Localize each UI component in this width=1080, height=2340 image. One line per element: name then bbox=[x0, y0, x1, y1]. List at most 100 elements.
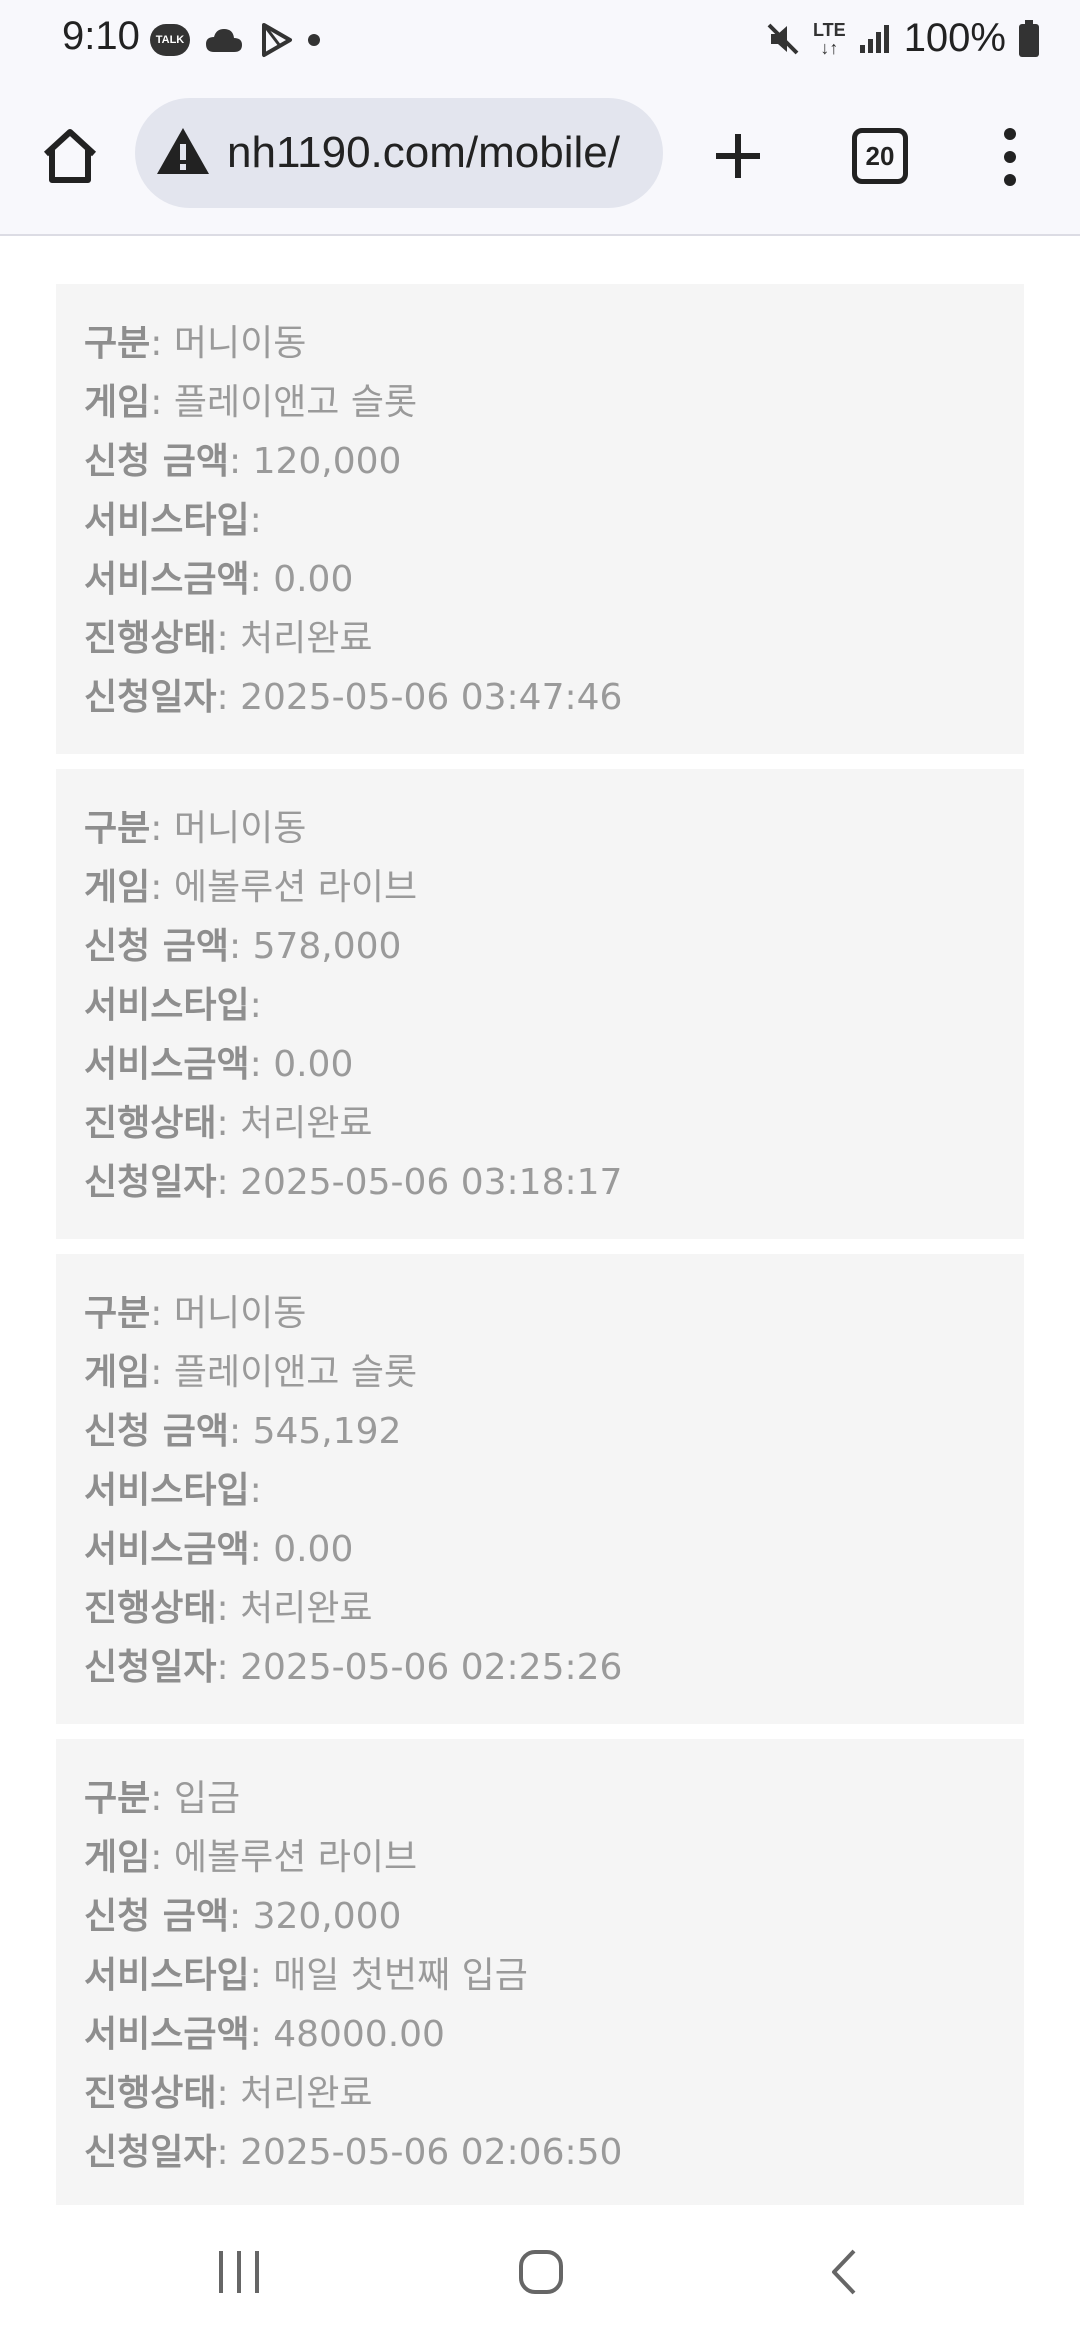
service-amount-value: 0.00 bbox=[273, 559, 354, 600]
status-row: 진행상태: 처리완료 bbox=[84, 1588, 373, 1629]
date-label: 신청일자 bbox=[84, 677, 217, 718]
amount-label: 신청 금액 bbox=[84, 441, 230, 482]
game-row: 게임: 에볼루션 라이브 bbox=[84, 867, 418, 908]
type-value: 머니이동 bbox=[173, 1293, 307, 1334]
date-value: 2025-05-06 03:47:46 bbox=[240, 677, 623, 718]
type-value: 머니이동 bbox=[173, 808, 307, 849]
type-value: 머니이동 bbox=[173, 323, 307, 364]
game-value: 플레이앤고 슬롯 bbox=[173, 1352, 418, 1393]
game-value: 에볼루션 라이브 bbox=[173, 867, 418, 908]
status-bar: 9:10 TALK LTE ↓↑ 100% bbox=[0, 0, 1080, 82]
browser-toolbar: nh1190.com/mobile/ 20 bbox=[0, 82, 1080, 236]
lte-indicator: LTE ↓↑ bbox=[813, 19, 846, 58]
date-label: 신청일자 bbox=[84, 1162, 217, 1203]
amount-value: 578,000 bbox=[252, 926, 402, 967]
game-label: 게임 bbox=[84, 867, 151, 908]
service-amount-label: 서비스금액 bbox=[84, 1529, 250, 1570]
amount-label: 신청 금액 bbox=[84, 1411, 230, 1452]
date-row: 신청일자: 2025-05-06 02:25:26 bbox=[84, 1647, 623, 1688]
amount-label: 신청 금액 bbox=[84, 926, 230, 967]
date-row: 신청일자: 2025-05-06 02:06:50 bbox=[84, 2132, 623, 2173]
warning-icon[interactable] bbox=[155, 124, 211, 180]
amount-row: 신청 금액: 120,000 bbox=[84, 441, 402, 482]
service-type-label: 서비스타입 bbox=[84, 500, 250, 541]
service-amount-row: 서비스금액: 0.00 bbox=[84, 1529, 354, 1570]
date-value: 2025-05-06 02:06:50 bbox=[240, 2132, 623, 2173]
game-row: 게임: 플레이앤고 슬롯 bbox=[84, 1352, 418, 1393]
date-label: 신청일자 bbox=[84, 2132, 217, 2173]
transaction-card: 구분: 머니이동 게임: 플레이앤고 슬롯 신청 금액: 545,192 서비스… bbox=[56, 1254, 1024, 1724]
status-notification-icons: TALK bbox=[150, 22, 320, 58]
status-value: 처리완료 bbox=[240, 2073, 373, 2114]
date-row: 신청일자: 2025-05-06 03:18:17 bbox=[84, 1162, 623, 1203]
type-value: 입금 bbox=[173, 1778, 241, 1819]
service-amount-label: 서비스금액 bbox=[84, 1044, 250, 1085]
status-label: 진행상태 bbox=[84, 1588, 217, 1629]
status-value: 처리완료 bbox=[240, 1588, 373, 1629]
date-row: 신청일자: 2025-05-06 03:47:46 bbox=[84, 677, 623, 718]
transaction-list: 구분: 머니이동 게임: 플레이앤고 슬롯 신청 금액: 120,000 서비스… bbox=[56, 284, 1024, 2224]
service-type-row: 서비스타입: 매일 첫번째 입금 bbox=[84, 1955, 528, 1996]
service-amount-value: 0.00 bbox=[273, 1044, 354, 1085]
type-row: 구분: 머니이동 bbox=[84, 808, 307, 849]
service-type-row: 서비스타입: bbox=[84, 1470, 262, 1511]
amount-row: 신청 금액: 545,192 bbox=[84, 1411, 402, 1452]
service-type-label: 서비스타입 bbox=[84, 1470, 250, 1511]
service-amount-row: 서비스금액: 48000.00 bbox=[84, 2014, 445, 2055]
home-icon[interactable] bbox=[38, 124, 102, 188]
transaction-card: 구분: 머니이동 게임: 플레이앤고 슬롯 신청 금액: 120,000 서비스… bbox=[56, 284, 1024, 754]
amount-value: 545,192 bbox=[252, 1411, 402, 1452]
address-bar[interactable]: nh1190.com/mobile/ bbox=[135, 98, 663, 208]
service-type-value: 매일 첫번째 입금 bbox=[273, 1955, 528, 1996]
service-amount-label: 서비스금액 bbox=[84, 2014, 250, 2055]
type-label: 구분 bbox=[84, 1778, 151, 1819]
cloud-icon bbox=[206, 29, 242, 52]
type-label: 구분 bbox=[84, 1293, 151, 1334]
type-label: 구분 bbox=[84, 808, 151, 849]
date-label: 신청일자 bbox=[84, 1647, 217, 1688]
url-text[interactable]: nh1190.com/mobile/ bbox=[227, 128, 620, 178]
transaction-card: 구분: 머니이동 게임: 에볼루션 라이브 신청 금액: 578,000 서비스… bbox=[56, 769, 1024, 1239]
status-label: 진행상태 bbox=[84, 618, 217, 659]
status-value: 처리완료 bbox=[240, 1103, 373, 1144]
service-type-row: 서비스타입: bbox=[84, 500, 262, 541]
status-row: 진행상태: 처리완료 bbox=[84, 1103, 373, 1144]
status-row: 진행상태: 처리완료 bbox=[84, 618, 373, 659]
amount-label: 신청 금액 bbox=[84, 1896, 230, 1937]
amount-row: 신청 금액: 578,000 bbox=[84, 926, 402, 967]
amount-value: 320,000 bbox=[252, 1896, 402, 1937]
tab-switcher-button[interactable]: 20 bbox=[852, 128, 908, 184]
service-type-row: 서비스타입: bbox=[84, 985, 262, 1026]
status-label: 진행상태 bbox=[84, 2073, 217, 2114]
notification-dot-icon bbox=[308, 34, 320, 46]
service-amount-row: 서비스금액: 0.00 bbox=[84, 559, 354, 600]
battery-percent: 100% bbox=[903, 16, 1006, 60]
game-value: 플레이앤고 슬롯 bbox=[173, 382, 418, 423]
transaction-card: 구분: 입금 게임: 에볼루션 라이브 신청 금액: 320,000 서비스타입… bbox=[56, 1739, 1024, 2209]
status-label: 진행상태 bbox=[84, 1103, 217, 1144]
status-value: 처리완료 bbox=[240, 618, 373, 659]
kakaotalk-icon: TALK bbox=[150, 24, 190, 56]
home-circle-icon[interactable] bbox=[518, 2249, 564, 2295]
game-label: 게임 bbox=[84, 1352, 151, 1393]
game-value: 에볼루션 라이브 bbox=[173, 1837, 418, 1878]
status-system-icons: LTE ↓↑ 100% bbox=[765, 16, 1040, 61]
mute-icon bbox=[767, 23, 799, 54]
type-row: 구분: 입금 bbox=[84, 1778, 241, 1819]
menu-icon[interactable] bbox=[998, 122, 1022, 192]
game-label: 게임 bbox=[84, 1837, 151, 1878]
back-icon[interactable] bbox=[826, 2247, 860, 2297]
play-icon bbox=[262, 23, 292, 57]
recent-apps-icon[interactable] bbox=[215, 2249, 263, 2295]
service-amount-value: 48000.00 bbox=[273, 2014, 445, 2055]
amount-row: 신청 금액: 320,000 bbox=[84, 1896, 402, 1937]
service-amount-label: 서비스금액 bbox=[84, 559, 250, 600]
service-type-label: 서비스타입 bbox=[84, 985, 250, 1026]
service-type-label: 서비스타입 bbox=[84, 1955, 250, 1996]
battery-icon bbox=[1019, 19, 1039, 57]
date-value: 2025-05-06 03:18:17 bbox=[240, 1162, 623, 1203]
type-row: 구분: 머니이동 bbox=[84, 1293, 307, 1334]
date-value: 2025-05-06 02:25:26 bbox=[240, 1647, 623, 1688]
service-amount-value: 0.00 bbox=[273, 1529, 354, 1570]
plus-icon[interactable] bbox=[706, 124, 770, 188]
